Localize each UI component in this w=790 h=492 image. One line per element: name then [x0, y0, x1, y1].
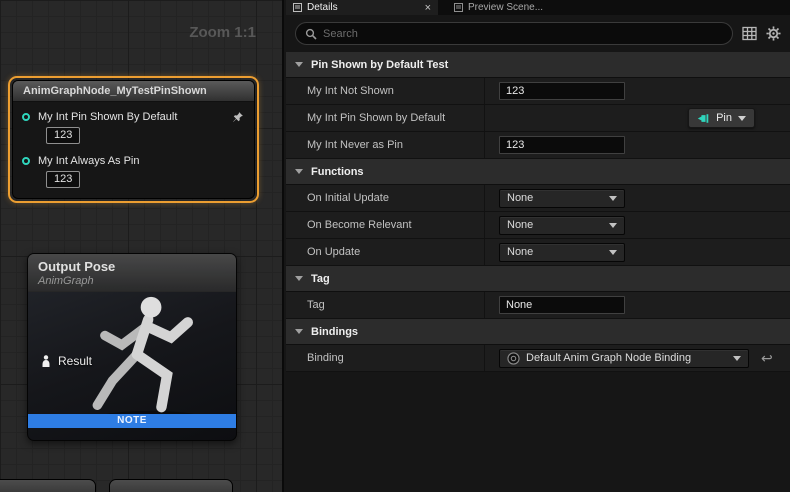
property-label: My Int Not Shown [286, 78, 485, 104]
search-box[interactable] [295, 22, 733, 45]
zoom-level-label: Zoom 1:1 [189, 24, 256, 41]
node-pin-row: My Int Pin Shown By Default [13, 102, 254, 123]
anim-graph-canvas[interactable]: Zoom 1:1 AnimGraphNode_MyTestPinShown My… [0, 0, 284, 492]
pose-preview: Result NOTE [28, 292, 236, 428]
section-title: Pin Shown by Default Test [311, 59, 448, 71]
on-update-dropdown[interactable]: None [499, 243, 625, 262]
section-title: Functions [311, 166, 364, 178]
tab-label: Details [307, 2, 338, 13]
property-matrix-icon[interactable] [742, 26, 757, 41]
int-pin-icon[interactable] [22, 157, 30, 165]
node-title: Output Pose [38, 259, 226, 274]
close-icon[interactable]: × [425, 3, 431, 13]
dropdown-value: Default Anim Graph Node Binding [526, 352, 721, 364]
tab-details[interactable]: Details × [286, 0, 438, 15]
my-int-not-shown-input[interactable] [499, 82, 625, 100]
property-label: Tag [286, 292, 485, 318]
section-pin-shown-by-default-test[interactable]: Pin Shown by Default Test [286, 52, 790, 78]
row-tag: Tag [286, 292, 790, 319]
binding-dropdown[interactable]: Default Anim Graph Node Binding [499, 349, 749, 368]
search-input[interactable] [323, 28, 723, 40]
partial-node[interactable] [109, 479, 233, 492]
chevron-down-icon [733, 356, 741, 361]
chevron-down-icon [609, 223, 617, 228]
section-tag[interactable]: Tag [286, 266, 790, 292]
pin-default-value[interactable]: 123 [46, 171, 80, 188]
property-label: On Update [286, 239, 485, 265]
result-pin-label: Result [58, 354, 92, 368]
property-label: On Become Relevant [286, 212, 485, 238]
reset-to-default-icon[interactable]: ↩ [761, 351, 773, 365]
section-title: Bindings [311, 326, 358, 338]
gear-icon[interactable] [766, 26, 781, 41]
search-icon [305, 28, 317, 40]
pin-icon [697, 112, 710, 125]
tab-label: Preview Scene... [468, 2, 543, 13]
note-bar[interactable]: NOTE [28, 414, 236, 428]
chevron-down-icon [295, 329, 303, 334]
panel-tab-bar: Details × Preview Scene... [286, 0, 790, 15]
on-initial-update-dropdown[interactable]: None [499, 189, 625, 208]
pin-visibility-dropdown[interactable]: Pin [688, 108, 755, 128]
output-pose-node[interactable]: Output Pose AnimGraph [27, 253, 237, 441]
section-title: Tag [311, 273, 330, 285]
details-tab-icon [293, 3, 302, 12]
mannequin-preview-image [72, 294, 232, 426]
section-bindings[interactable]: Bindings [286, 319, 790, 345]
chevron-down-icon [609, 250, 617, 255]
chevron-down-icon [295, 169, 303, 174]
section-functions[interactable]: Functions [286, 159, 790, 185]
tag-input[interactable] [499, 296, 625, 314]
preview-tab-icon [454, 3, 463, 12]
property-label: My Int Never as Pin [286, 132, 485, 158]
details-panel: Details × Preview Scene... [286, 0, 790, 492]
row-on-become-relevant: On Become Relevant None [286, 212, 790, 239]
result-pin[interactable]: Result [40, 354, 92, 368]
dropdown-value: None [507, 246, 603, 258]
binding-icon [507, 352, 520, 365]
output-node-header[interactable]: Output Pose AnimGraph [28, 254, 236, 292]
row-on-initial-update: On Initial Update None [286, 185, 790, 212]
pin-default-value[interactable]: 123 [46, 127, 80, 144]
on-become-relevant-dropdown[interactable]: None [499, 216, 625, 235]
dropdown-value: None [507, 192, 603, 204]
my-int-never-as-pin-input[interactable] [499, 136, 625, 154]
int-pin-icon[interactable] [22, 113, 30, 121]
dropdown-value: None [507, 219, 603, 231]
pin-label: My Int Pin Shown By Default [38, 111, 177, 123]
node-subtitle: AnimGraph [38, 275, 226, 287]
row-my-int-pin-shown-by-default: My Int Pin Shown by Default Pin [286, 105, 790, 132]
anim-graph-test-node[interactable]: AnimGraphNode_MyTestPinShown My Int Pin … [8, 76, 259, 203]
row-my-int-not-shown: My Int Not Shown [286, 78, 790, 105]
row-my-int-never-as-pin: My Int Never as Pin [286, 132, 790, 159]
node-pin-row: My Int Always As Pin [13, 146, 254, 167]
pin-button-label: Pin [716, 112, 732, 124]
node-title[interactable]: AnimGraphNode_MyTestPinShown [13, 81, 254, 102]
pin-label: My Int Always As Pin [38, 155, 139, 167]
property-label: My Int Pin Shown by Default [286, 105, 485, 131]
tab-preview-scene[interactable]: Preview Scene... [447, 0, 550, 15]
property-label: On Initial Update [286, 185, 485, 211]
chevron-down-icon [295, 62, 303, 67]
row-on-update: On Update None [286, 239, 790, 266]
chevron-down-icon [609, 196, 617, 201]
chevron-down-icon [295, 276, 303, 281]
partial-node[interactable] [0, 479, 96, 492]
chevron-down-icon [738, 116, 746, 121]
property-label: Binding [286, 345, 485, 371]
pin-toggle-icon[interactable] [232, 111, 244, 123]
row-binding: Binding Default Anim Graph Node Binding … [286, 345, 790, 372]
pose-pin-icon [40, 355, 52, 367]
details-toolbar [286, 15, 790, 52]
